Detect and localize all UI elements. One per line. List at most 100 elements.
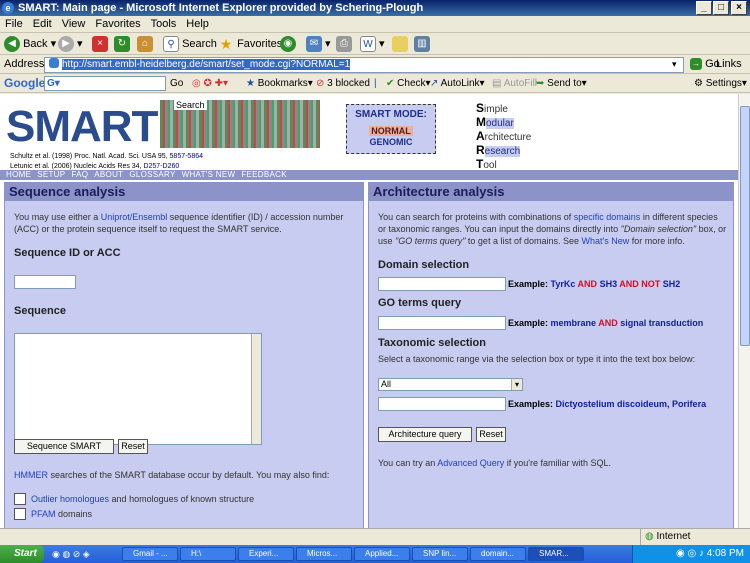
sendto-button[interactable]: ➥ Send to▾ [536,74,587,93]
nav-glossary[interactable]: GLOSSARY [129,170,175,179]
task-experiment[interactable]: Experi... [238,547,294,561]
page-scrollbar[interactable] [738,94,750,546]
autolink-button[interactable]: ↗ AutoLink▾ [430,74,485,93]
menu-favorites[interactable]: Favorites [90,16,145,33]
outlier-checkbox[interactable] [14,493,26,505]
sequence-smart-button[interactable]: Sequence SMART [14,439,114,454]
search-icon: ⚲ [163,36,179,53]
edit-word-button[interactable]: W ▾ [360,36,385,53]
uniprot-link[interactable]: Uniprot/Ensembl [101,212,168,222]
task-h-drive[interactable]: H:\ [180,547,236,561]
menu-tools[interactable]: Tools [146,16,182,33]
architecture-query-button[interactable]: Architecture query [378,427,472,442]
address-url: http://smart.embl-heidelberg.de/smart/se… [62,59,351,70]
menu-edit[interactable]: Edit [28,16,57,33]
hmmer-link[interactable]: HMMER [14,470,48,480]
sequence-id-input[interactable] [14,275,76,289]
forward-button[interactable]: ▶ ▾ [58,36,83,53]
scrollbar-thumb[interactable] [740,106,750,346]
globe-icon: ◍ [645,531,654,542]
cite1-link[interactable]: 5857-5864 [170,153,203,160]
nav-faq[interactable]: FAQ [71,170,88,179]
pfam-checkbox[interactable] [14,508,26,520]
media-button[interactable]: ◉ [280,36,296,53]
menu-help[interactable]: Help [181,16,214,33]
mode-normal[interactable]: NORMAL [369,126,413,136]
back-button[interactable]: ◀ Back ▾ [4,36,56,53]
minimize-button[interactable]: _ [696,1,712,15]
nav-about[interactable]: ABOUT [94,170,123,179]
architecture-reset-button[interactable]: Reset [476,427,506,442]
popup-blocked-button[interactable]: ⊘ 3 blocked [316,74,370,93]
blocked-icon: ⊘ [316,78,325,89]
settings-button[interactable]: ⚙ Settings▾ [694,74,747,93]
discuss-button[interactable] [392,36,408,53]
advanced-query-note: You can try an Advanced Query if you're … [378,458,612,468]
bookmarks-star-icon: ★ [246,78,255,89]
mail-button[interactable]: ✉ ▾ [306,36,331,53]
smart-logo[interactable]: SMART [6,104,174,150]
task-gmail[interactable]: Gmail - ... [122,547,178,561]
architecture-analysis-panel: Architecture analysis You can search for… [368,182,734,546]
domain-example: Example: TyrKc AND SH3 AND NOT SH2 [508,279,681,289]
cite2-link[interactable]: D257-D260 [143,163,179,170]
mail-icon: ✉ [306,36,322,53]
nav-setup[interactable]: SETUP [37,170,65,179]
window-title: SMART: Main page - Microsoft Internet Ex… [18,2,424,14]
taxonomic-select[interactable]: All ▾ [378,378,523,391]
start-button[interactable]: Start [0,545,44,563]
autofill-button[interactable]: ▤ AutoFill [492,74,537,93]
star-icon: ★ [219,36,233,53]
task-applied[interactable]: Applied... [354,547,410,561]
advanced-query-link[interactable]: Advanced Query [437,458,504,468]
refresh-button[interactable]: ↻ [114,36,130,53]
google-tools-icon[interactable]: ◎ ✪ ✚▾ [192,74,228,93]
menu-file[interactable]: File [0,16,28,33]
mode-genomic[interactable]: GENOMIC [347,137,435,147]
address-bar: Address http://smart.embl-heidelberg.de/… [0,56,750,74]
nav-whats-new[interactable]: WHAT'S NEW [182,170,236,179]
nav-home[interactable]: HOME [6,170,31,179]
maximize-button[interactable]: □ [713,1,729,15]
quicklaunch-icons[interactable]: ◉ ◍ ⊘ ◈ [52,545,90,563]
task-smart[interactable]: SMAR... [528,547,584,561]
zone-indicator: ◍ Internet [640,529,750,545]
sequence-reset-button[interactable]: Reset [118,439,148,454]
address-dropdown-icon[interactable]: ▾ [672,59,677,70]
stop-button[interactable]: × [92,36,108,53]
outlier-link[interactable]: Outlier homologues [31,494,109,504]
google-search-input[interactable]: G▾ [44,76,166,91]
google-toolbar: Google G▾ Go ◎ ✪ ✚▾ ★ Bookmarks▾ ⊘ 3 blo… [0,74,750,93]
textarea-scrollbar[interactable] [251,334,261,444]
go-terms-input[interactable] [378,316,506,330]
specific-domains-link[interactable]: specific domains [574,212,641,222]
go-example: Example: membrane AND signal transductio… [508,318,704,328]
domain-selection-input[interactable] [378,277,506,291]
taxonomic-input[interactable] [378,397,506,411]
print-button[interactable]: ⎙ [336,36,352,53]
google-logo: Google [4,76,46,90]
taskbar: Start ◉ ◍ ⊘ ◈ Gmail - ... H:\ Experi... … [0,545,750,563]
address-input[interactable]: http://smart.embl-heidelberg.de/smart/se… [44,57,684,73]
google-go-button[interactable]: Go [170,74,183,93]
task-microsoft[interactable]: Micros... [296,547,352,561]
favorites-button[interactable]: ★ Favorites [218,36,283,53]
tray-icons[interactable]: ◉ ◎ ♪ [676,548,707,559]
bookmarks-button[interactable]: ★ Bookmarks▾ [246,74,313,93]
hmmer-note: HMMER searches of the SMART database occ… [14,470,330,480]
task-snp-links[interactable]: SNP lin... [412,547,468,561]
menu-view[interactable]: View [57,16,91,33]
search-tooltip: Search [174,100,207,110]
task-domain[interactable]: domain... [470,547,526,561]
pfam-link[interactable]: PFAM [31,509,56,519]
close-button[interactable]: × [731,1,747,15]
home-button[interactable]: ⌂ [137,36,153,53]
spellcheck-button[interactable]: ✔ Check▾ [386,74,431,93]
search-button[interactable]: ⚲ Search [163,36,217,53]
go-terms-label: GO terms query [378,297,462,309]
whats-new-link[interactable]: What's New [582,236,630,246]
nav-feedback[interactable]: FEEDBACK [241,170,287,179]
messenger-button[interactable]: ▥ [414,36,430,53]
links-button[interactable]: Links [716,58,742,70]
sequence-textarea[interactable] [14,333,262,445]
